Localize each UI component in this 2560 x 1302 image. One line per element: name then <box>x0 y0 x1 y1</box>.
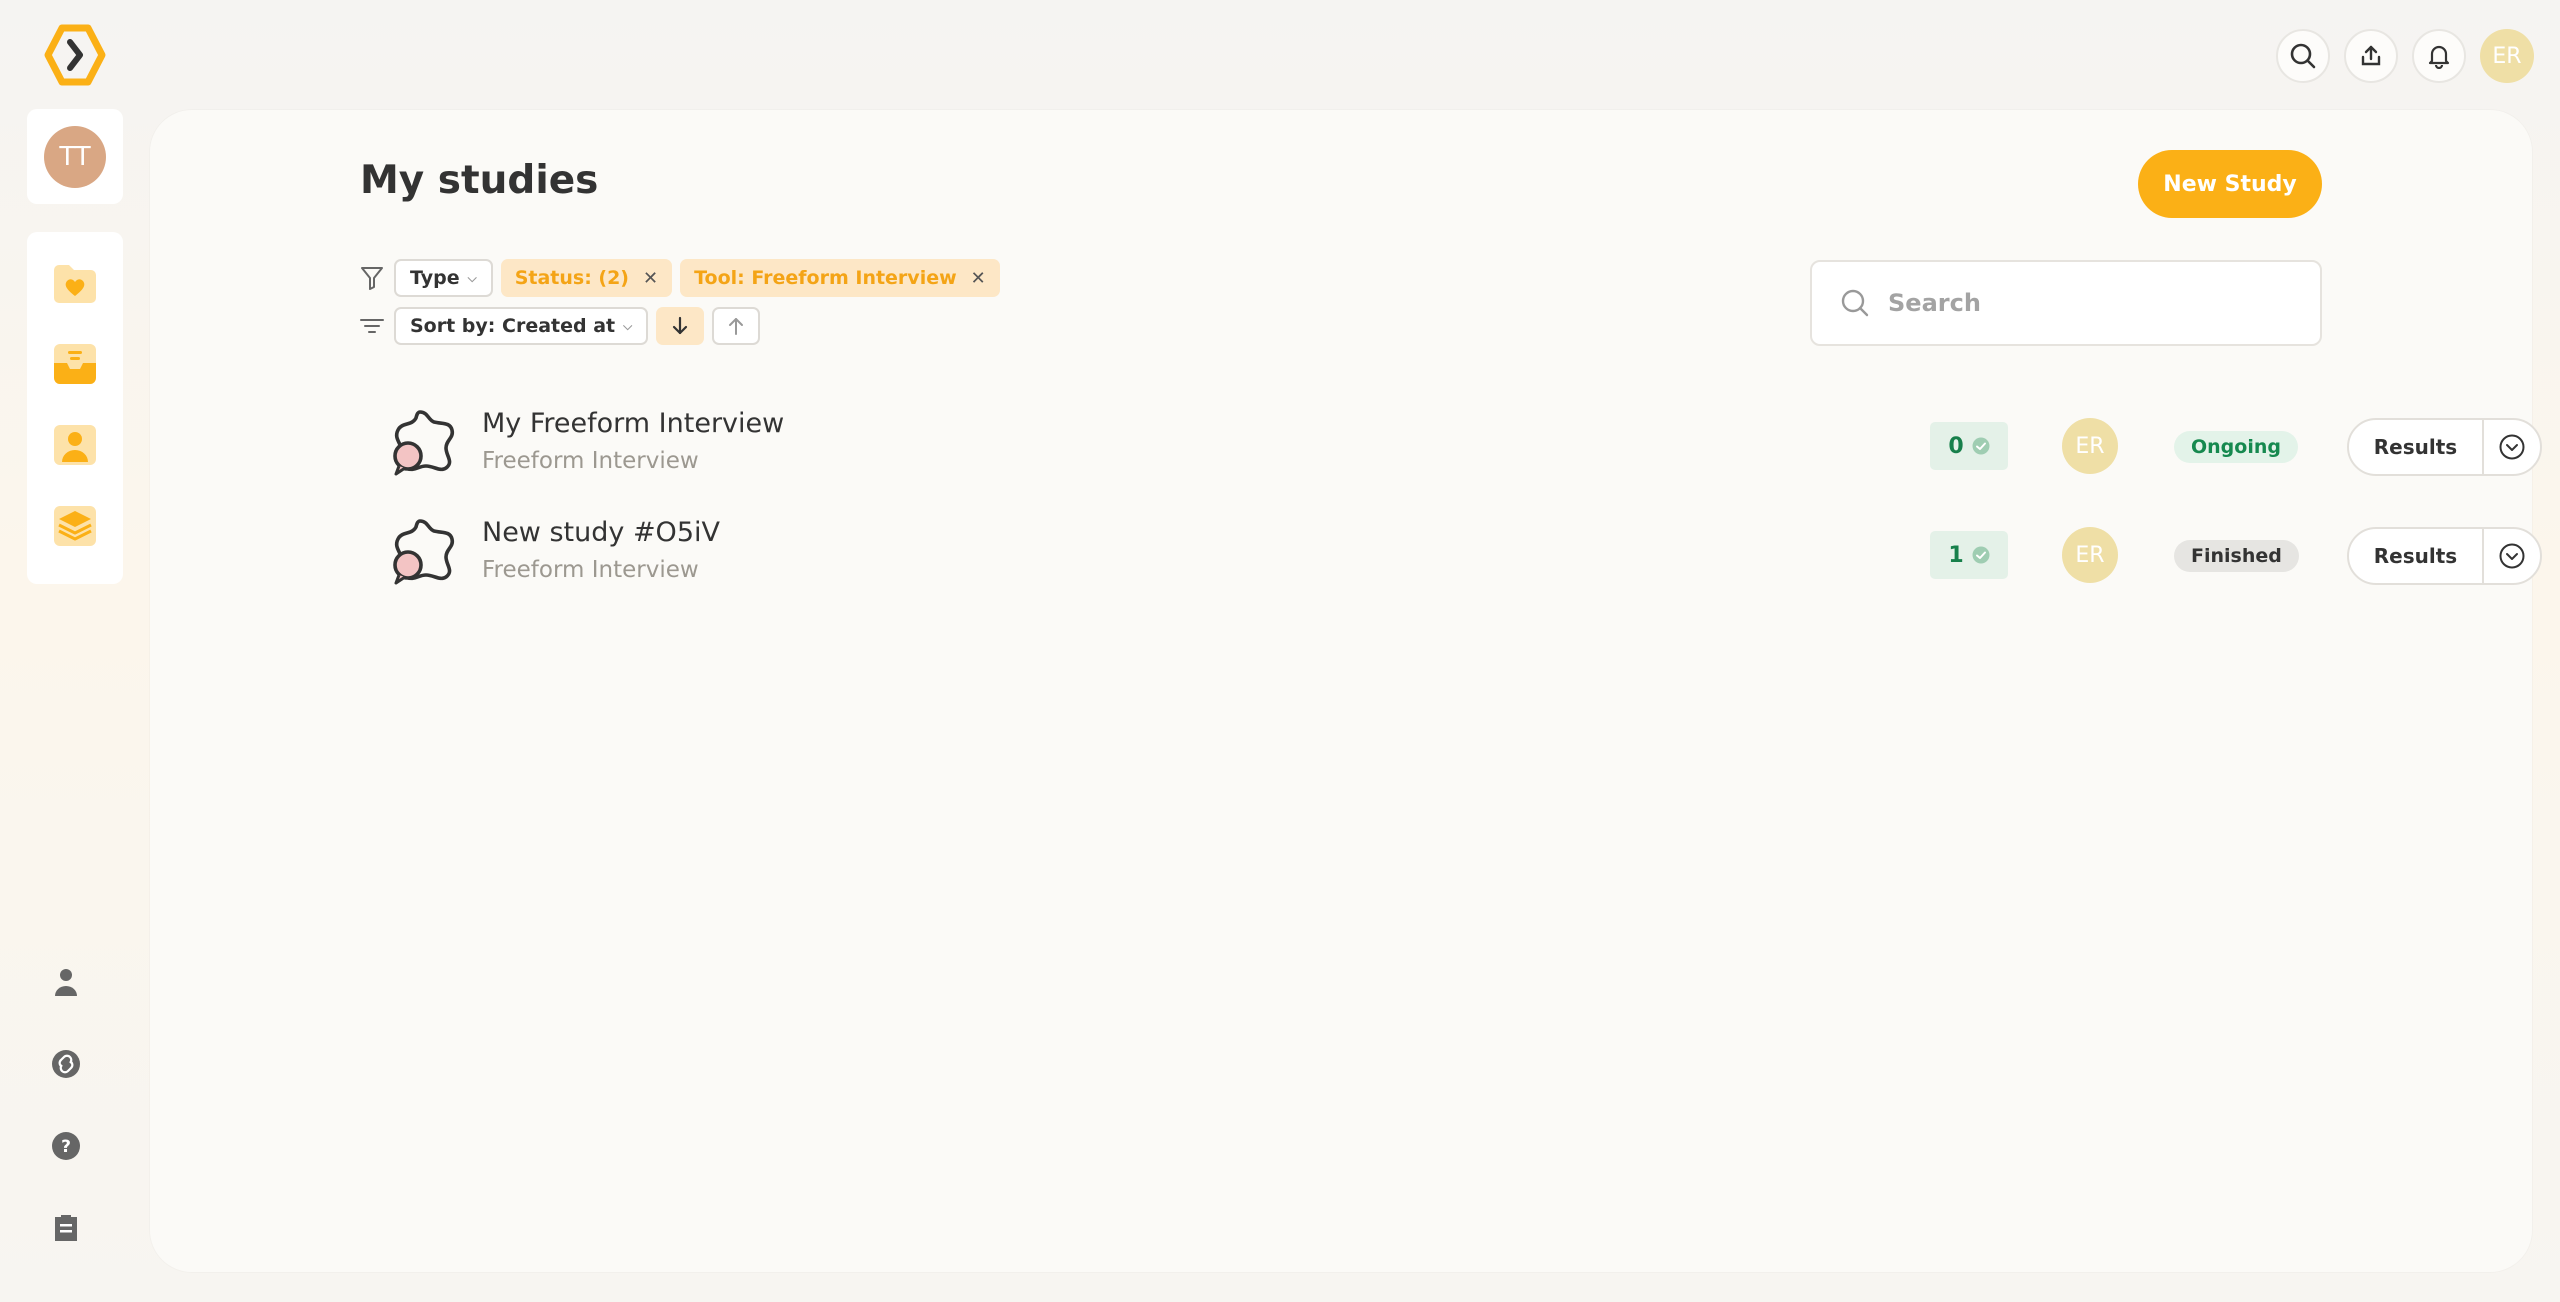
study-type: Freeform Interview <box>482 557 699 583</box>
upload-icon <box>2361 45 2381 66</box>
inbox-icon <box>54 344 96 384</box>
user-icon <box>55 968 77 996</box>
owner-avatar: ER <box>2062 527 2118 583</box>
bell-icon <box>2428 45 2450 69</box>
responses-count: 1 <box>1948 542 1964 568</box>
sort-lines-icon <box>360 313 384 339</box>
profile-button[interactable] <box>44 966 88 997</box>
tool-filter-label: Tool: Freeform Interview <box>694 267 957 289</box>
status-badge: Ongoing <box>2174 431 2298 463</box>
folder-heart-icon <box>54 265 96 303</box>
freeform-interview-icon <box>390 515 460 587</box>
sidebar-nav <box>27 232 123 584</box>
chevron-down-icon: ⌵ <box>467 270 477 285</box>
more-options-button[interactable] <box>2484 420 2540 474</box>
type-filter-dropdown[interactable]: Type ⌵ <box>394 259 493 297</box>
upload-button[interactable] <box>2344 29 2398 83</box>
help-icon: ? <box>52 1131 80 1160</box>
notifications-button[interactable] <box>2412 29 2466 83</box>
responses-count-badge: 0 <box>1930 422 2008 470</box>
sort-label: Sort by: Created at <box>410 315 616 337</box>
page-title: My studies <box>360 158 599 203</box>
arrow-up-icon <box>729 318 744 335</box>
close-icon[interactable]: ✕ <box>971 268 986 289</box>
app-logo-icon[interactable] <box>42 22 108 88</box>
more-options-button[interactable] <box>2484 529 2540 583</box>
filter-bar: Type ⌵ Status: (2) ✕ Tool: Freeform Inte… <box>360 258 1000 298</box>
sidebar-item-inbox[interactable] <box>50 339 100 389</box>
person-icon <box>54 425 96 465</box>
check-circle-icon <box>1972 437 1990 455</box>
svg-text:?: ? <box>61 1137 71 1157</box>
study-name[interactable]: New study #O5iV <box>482 517 720 548</box>
sort-bar: Sort by: Created at ⌵ <box>360 306 761 346</box>
main-panel: My studies New Study Type ⌵ Status: (2) … <box>150 110 2532 1272</box>
top-bar: ER <box>2276 29 2534 83</box>
study-type: Freeform Interview <box>482 448 699 474</box>
close-icon[interactable]: ✕ <box>643 268 658 289</box>
status-filter-chip[interactable]: Status: (2) ✕ <box>500 259 673 297</box>
new-study-button[interactable]: New Study <box>2138 150 2322 218</box>
search-box[interactable] <box>1810 260 2322 346</box>
sidebar-item-library[interactable] <box>50 501 100 551</box>
clipboard-icon <box>55 1214 77 1241</box>
freeform-interview-icon <box>390 406 460 478</box>
study-row[interactable]: My Freeform Interview Freeform Interview… <box>390 396 2542 486</box>
sort-ascending-button[interactable] <box>712 307 761 345</box>
results-button[interactable]: Results <box>2349 420 2484 474</box>
responses-count-badge: 1 <box>1930 531 2008 579</box>
sidebar-bottom: ? <box>52 966 88 1243</box>
layers-icon <box>54 506 96 546</box>
search-input[interactable] <box>1888 289 2308 317</box>
status-filter-label: Status: (2) <box>514 267 629 289</box>
global-search-button[interactable] <box>2276 29 2330 83</box>
user-avatar[interactable]: ER <box>2480 29 2534 83</box>
sidebar-item-favorites[interactable] <box>50 258 100 308</box>
results-button[interactable]: Results <box>2349 529 2484 583</box>
search-icon <box>1841 289 1869 317</box>
chevron-down-circle-icon <box>2499 543 2525 569</box>
integrations-button[interactable] <box>44 1048 88 1079</box>
owner-avatar: ER <box>2062 418 2118 474</box>
sort-dropdown[interactable]: Sort by: Created at ⌵ <box>394 307 649 345</box>
tool-filter-chip[interactable]: Tool: Freeform Interview ✕ <box>680 259 1000 297</box>
sort-descending-button[interactable] <box>656 307 705 345</box>
arrow-down-icon <box>673 316 688 335</box>
search-icon <box>2290 43 2316 69</box>
link-circle-icon <box>52 1049 80 1078</box>
filter-icon <box>360 265 384 291</box>
chevron-down-circle-icon <box>2499 434 2525 460</box>
workspace-switcher[interactable]: TT <box>27 109 123 204</box>
changelog-button[interactable] <box>44 1212 88 1243</box>
responses-count: 0 <box>1948 433 1964 459</box>
workspace-avatar: TT <box>44 125 106 188</box>
check-circle-icon <box>1972 546 1990 564</box>
study-name[interactable]: My Freeform Interview <box>482 408 784 439</box>
status-badge: Finished <box>2174 540 2299 572</box>
results-button-group: Results <box>2347 527 2542 585</box>
sidebar-item-participants[interactable] <box>50 420 100 470</box>
type-filter-label: Type <box>410 267 460 289</box>
chevron-down-icon: ⌵ <box>623 318 633 333</box>
study-row[interactable]: New study #O5iV Freeform Interview 1 ER … <box>390 505 2542 595</box>
results-button-group: Results <box>2347 418 2542 476</box>
help-button[interactable]: ? <box>44 1130 88 1161</box>
